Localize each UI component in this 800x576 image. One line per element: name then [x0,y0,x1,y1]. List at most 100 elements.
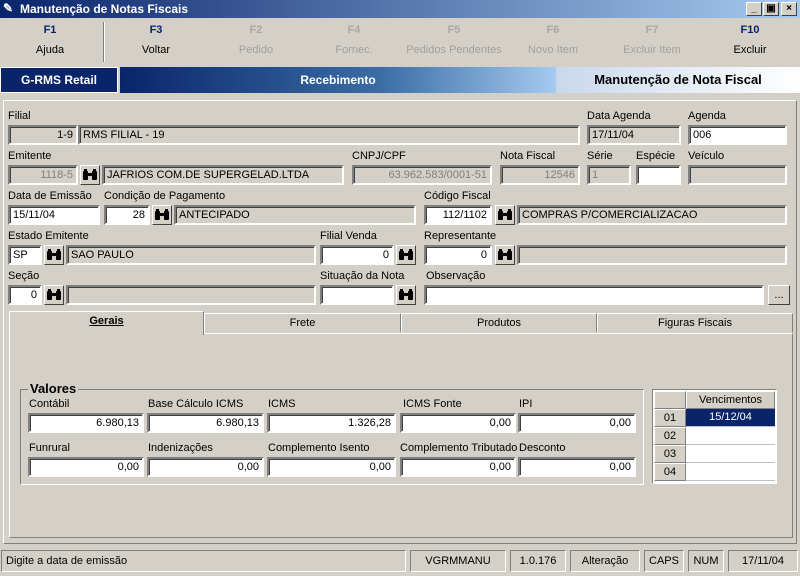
icms-fonte-field[interactable]: 0,00 [400,413,516,433]
observacao-label: Observação [426,270,486,282]
vencimentos-corner [654,391,686,409]
binoculars-icon [399,249,413,260]
vencimento-cell[interactable] [686,463,775,481]
contabil-field[interactable]: 6.980,13 [28,413,144,433]
veiculo-label: Veículo [688,150,725,162]
f6-new-item-button[interactable]: F6 Novo Item [503,24,603,56]
pencil-icon: ✎ [3,1,14,15]
codigo-fiscal-name-field: COMPRAS P/COMERCIALIZACAO [517,205,787,225]
tab-frete[interactable]: Frete [204,313,401,333]
secao-code-field[interactable]: 0 [8,285,42,305]
cnpj-label: CNPJ/CPF [352,150,406,162]
module-name: Recebimento [120,67,556,93]
data-emissao-field[interactable]: 15/11/04 [8,205,100,225]
cnpj-field[interactable]: 63.962.583/0001-51 [352,165,492,185]
binoculars-icon [47,289,61,300]
vencimento-cell[interactable] [686,427,775,445]
agenda-field[interactable]: 006 [688,125,787,145]
comp-isento-label: Complemento Isento [268,442,370,454]
comp-isento-field[interactable]: 0,00 [267,457,396,477]
data-agenda-field: 17/11/04 [587,125,681,145]
toolbar-separator [103,22,105,62]
emitente-name-field: JAFRIOS COM.DE SUPERGELAD.LTDA [102,165,344,185]
f5-pending-orders-button[interactable]: F5 Pedidos Pendentes [404,24,504,56]
status-date: 17/11/04 [728,550,798,572]
representante-label: Representante [424,230,497,242]
icms-field[interactable]: 1.326,28 [267,413,396,433]
screen-name: Manutenção de Nota Fiscal [556,67,800,93]
f4-supplier-button[interactable]: F4 Fornec. [304,24,404,56]
f10-delete-button[interactable]: F10 Excluir [700,24,800,56]
data-agenda-label: Data Agenda [587,110,651,122]
filial-name-field: RMS FILIAL - 19 [78,125,580,145]
binoculars-icon [498,249,512,260]
close-button[interactable]: × [781,2,797,16]
binoculars-icon [83,169,97,180]
status-version: 1.0.176 [510,550,566,572]
estado-emitente-label: Estado Emitente [8,230,89,242]
nota-fiscal-field[interactable]: 12546 [500,165,580,185]
cond-pagamento-search-button[interactable] [152,205,172,225]
filial-venda-search-button[interactable] [396,245,416,265]
tab-figuras-fiscais[interactable]: Figuras Fiscais [597,313,793,333]
situacao-nota-search-button[interactable] [396,285,416,305]
contabil-label: Contábil [29,398,70,410]
veiculo-field[interactable] [688,165,787,185]
codigo-fiscal-code-field[interactable]: 112/1102 [424,205,492,225]
tab-produtos[interactable]: Produtos [401,313,597,333]
especie-label: Espécie [636,150,676,162]
data-emissao-label: Data de Emissão [8,190,92,202]
indenizacoes-field[interactable]: 0,00 [147,457,264,477]
funrural-label: Funrural [29,442,70,454]
codigo-fiscal-label: Código Fiscal [424,190,491,202]
f2-order-button[interactable]: F2 Pedido [206,24,306,56]
emitente-code-field[interactable]: 1118-5 [8,165,78,185]
ipi-label: IPI [519,398,533,410]
vencimento-cell[interactable] [686,445,775,463]
comp-tributado-field[interactable]: 0,00 [400,457,516,477]
serie-field[interactable]: 1 [587,165,631,185]
maximize-button[interactable]: ▣ [763,2,779,16]
f3-back-button[interactable]: F3 Voltar [106,24,206,56]
filial-code-field[interactable]: 1-9 [8,125,78,145]
status-caps: CAPS [644,550,684,572]
minimize-button[interactable]: _ [746,2,762,16]
status-message: Digite a data de emissão [1,550,406,572]
cond-pagamento-code-field[interactable]: 28 [104,205,150,225]
emitente-label: Emitente [8,150,52,162]
filial-venda-label: Filial Venda [320,230,377,242]
ipi-field[interactable]: 0,00 [518,413,636,433]
binoculars-icon [498,209,512,220]
function-key-toolbar: F1 Ajuda F3 Voltar F2 Pedido F4 Fornec. F5 Pe… [0,18,800,66]
binoculars-icon [47,249,61,260]
codigo-fiscal-search-button[interactable] [495,205,515,225]
window-title: Manutenção de Notas Fiscais [20,2,189,16]
f7-delete-item-button[interactable]: F7 Excluir Item [602,24,702,56]
status-num: NUM [688,550,724,572]
f1-help-button[interactable]: F1 Ajuda [0,24,100,56]
filial-venda-field[interactable]: 0 [320,245,394,265]
observacao-field[interactable] [424,285,764,305]
tab-gerais[interactable]: Gerais [9,311,204,335]
base-icms-field[interactable]: 6.980,13 [147,413,264,433]
emitente-search-button[interactable] [80,165,100,185]
representante-search-button[interactable] [495,245,515,265]
observacao-ellipsis-button[interactable]: ... [768,285,790,305]
secao-search-button[interactable] [44,285,64,305]
cond-pagamento-label: Condição de Pagamento [104,190,226,202]
estado-emitente-search-button[interactable] [44,245,64,265]
vencimento-cell[interactable]: 15/12/04 [686,409,775,427]
serie-label: Série [587,150,613,162]
vencimentos-row-number: 04 [654,463,686,481]
estado-emitente-code-field[interactable]: SP [8,245,42,265]
representante-code-field[interactable]: 0 [424,245,492,265]
status-program: VGRMMANU [410,550,506,572]
desconto-field[interactable]: 0,00 [518,457,636,477]
binoculars-icon [399,289,413,300]
header-band: G-RMS Retail Recebimento Manutenção de N… [0,67,800,93]
funrural-field[interactable]: 0,00 [28,457,144,477]
status-mode: Alteração [570,550,640,572]
status-bar: Digite a data de emissão VGRMMANU 1.0.17… [0,548,800,576]
situacao-nota-field[interactable] [320,285,394,305]
especie-field[interactable] [636,165,681,185]
